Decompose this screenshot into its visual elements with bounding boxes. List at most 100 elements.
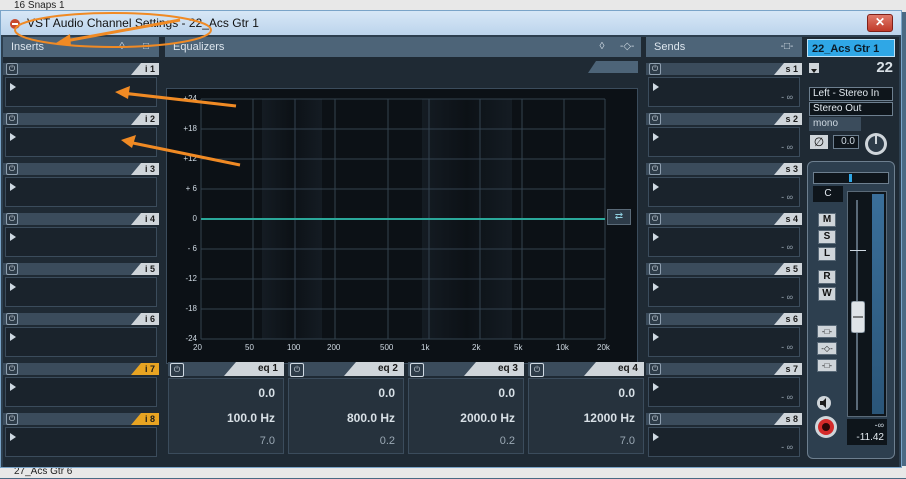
eq-band-frequency[interactable]: 2000.0 Hz <box>460 411 515 425</box>
input-gain-knob-icon[interactable] <box>863 131 889 157</box>
eq-band-power-icon[interactable]: ⏻ <box>290 363 304 377</box>
inserts-settings-icon[interactable]: -□- <box>139 40 153 54</box>
insert-power-icon[interactable]: ⏻ <box>6 363 18 375</box>
eq-band-gain[interactable]: 0.0 <box>618 386 635 400</box>
title-bar[interactable]: VST Audio Channel Settings - 22_Acs Gtr … <box>1 11 901 35</box>
volume-fader-handle-icon[interactable] <box>850 300 866 334</box>
send-power-icon[interactable]: ⏻ <box>649 263 661 275</box>
insert-slot[interactable] <box>5 427 157 457</box>
edit-inserts-icon[interactable]: -□- <box>817 325 837 338</box>
expand-triangle-icon[interactable] <box>10 233 16 241</box>
insert-power-icon[interactable]: ⏻ <box>6 213 18 225</box>
phase-invert-icon[interactable]: ∅ <box>810 135 828 149</box>
eq-band-gain[interactable]: 0.0 <box>498 386 515 400</box>
eq-band-power-icon[interactable]: ⏻ <box>530 363 544 377</box>
expand-triangle-icon[interactable] <box>653 383 659 391</box>
read-automation-button[interactable]: R <box>818 270 836 284</box>
insert-slot[interactable] <box>5 377 157 407</box>
input-gain-value[interactable]: 0.0 <box>833 135 859 149</box>
insert-power-icon[interactable]: ⏻ <box>6 163 18 175</box>
send-power-icon[interactable]: ⏻ <box>649 313 661 325</box>
eq-band-gain[interactable]: 0.0 <box>378 386 395 400</box>
eq-band-q[interactable]: 7.0 <box>620 435 635 447</box>
pan-slider[interactable] <box>813 172 889 184</box>
send-power-icon[interactable]: ⏻ <box>649 163 661 175</box>
channel-name[interactable]: 22_Acs Gtr 1 <box>807 39 895 57</box>
expand-triangle-icon[interactable] <box>653 83 659 91</box>
volume-value[interactable]: -11.42 <box>847 431 887 445</box>
expand-triangle-icon[interactable] <box>653 233 659 241</box>
eq-curve-display[interactable]: +24 +18 +12 + 6 0 - 6 -12 -18 -24 20 50 100 200 500 1… <box>166 88 638 364</box>
pan-value[interactable]: C <box>813 186 843 202</box>
send-power-icon[interactable]: ⏻ <box>649 113 661 125</box>
output-routing[interactable]: Stereo Out <box>809 102 893 116</box>
insert-slot[interactable] <box>5 277 157 307</box>
eq-curve-toggle-icon[interactable]: ⇄ <box>607 209 631 225</box>
eq-band-gain[interactable]: 0.0 <box>258 386 275 400</box>
expand-triangle-icon[interactable] <box>653 333 659 341</box>
eq-band-q[interactable]: 7.0 <box>260 435 275 447</box>
close-button[interactable]: ✕ <box>867 14 893 32</box>
expand-triangle-icon[interactable] <box>10 383 16 391</box>
eq-band-power-icon[interactable]: ⏻ <box>410 363 424 377</box>
mute-button[interactable]: M <box>818 213 836 227</box>
solo-button[interactable]: S <box>818 230 836 244</box>
expand-triangle-icon[interactable] <box>653 283 659 291</box>
send-slot-label: s 2 <box>774 113 802 125</box>
insert-power-icon[interactable]: ⏻ <box>6 313 18 325</box>
eq-band-frequency[interactable]: 800.0 Hz <box>347 411 395 425</box>
insert-slot[interactable] <box>5 327 157 357</box>
expand-triangle-icon[interactable] <box>10 83 16 91</box>
input-routing[interactable]: Left - Stereo In <box>809 87 893 101</box>
send-slot[interactable]: - ∞ <box>648 227 800 257</box>
insert-power-icon[interactable]: ⏻ <box>6 113 18 125</box>
send-slot[interactable]: - ∞ <box>648 427 800 457</box>
eq-y-label: +18 <box>183 124 197 133</box>
listen-button[interactable]: L <box>818 247 836 261</box>
insert-slot[interactable] <box>5 77 157 107</box>
edit-eq-icon[interactable]: -◇- <box>817 342 837 355</box>
eq-band-frequency[interactable]: 12000 Hz <box>584 411 635 425</box>
eq-band-controls: 0.0 100.0 Hz 7.0 <box>168 378 284 454</box>
send-slot[interactable]: - ∞ <box>648 327 800 357</box>
expand-triangle-icon[interactable] <box>653 433 659 441</box>
insert-slot[interactable] <box>5 227 157 257</box>
send-slot[interactable]: - ∞ <box>648 127 800 157</box>
insert-power-icon[interactable]: ⏻ <box>6 413 18 425</box>
monitor-speaker-icon[interactable] <box>816 395 832 411</box>
eq-band-frequency[interactable]: 100.0 Hz <box>227 411 275 425</box>
mono-button[interactable]: mono <box>809 117 861 131</box>
send-power-icon[interactable]: ⏻ <box>649 363 661 375</box>
send-slot[interactable]: - ∞ <box>648 277 800 307</box>
sends-settings-icon[interactable]: -□- <box>780 40 794 54</box>
send-slot[interactable]: - ∞ <box>648 77 800 107</box>
bypass-eq-icon[interactable]: ◊ <box>595 40 609 54</box>
eq-settings-icon[interactable]: -◇- <box>620 40 634 54</box>
expand-triangle-icon[interactable] <box>10 183 16 191</box>
expand-triangle-icon[interactable] <box>10 133 16 141</box>
eq-band-q[interactable]: 0.2 <box>500 435 515 447</box>
send-slot[interactable]: - ∞ <box>648 377 800 407</box>
send-power-icon[interactable]: ⏻ <box>649 413 661 425</box>
expand-triangle-icon[interactable] <box>10 283 16 291</box>
edit-sends-icon[interactable]: -□- <box>817 359 837 372</box>
expand-triangle-icon[interactable] <box>653 183 659 191</box>
insert-power-icon[interactable]: ⏻ <box>6 63 18 75</box>
send-slot[interactable]: - ∞ <box>648 177 800 207</box>
eq-preset-tab[interactable] <box>588 61 638 73</box>
eq-band-q[interactable]: 0.2 <box>380 435 395 447</box>
channel-menu-icon[interactable] <box>809 63 819 73</box>
insert-power-icon[interactable]: ⏻ <box>6 263 18 275</box>
write-automation-button[interactable]: W <box>818 287 836 301</box>
insert-slot[interactable] <box>5 127 157 157</box>
expand-triangle-icon[interactable] <box>10 433 16 441</box>
record-enable-icon[interactable] <box>814 415 838 439</box>
expand-triangle-icon[interactable] <box>10 333 16 341</box>
bypass-inserts-icon[interactable]: ◊ <box>115 40 129 54</box>
eq-x-label: 500 <box>380 343 394 352</box>
insert-slot[interactable] <box>5 177 157 207</box>
eq-band-power-icon[interactable]: ⏻ <box>170 363 184 377</box>
send-power-icon[interactable]: ⏻ <box>649 213 661 225</box>
expand-triangle-icon[interactable] <box>653 133 659 141</box>
send-power-icon[interactable]: ⏻ <box>649 63 661 75</box>
